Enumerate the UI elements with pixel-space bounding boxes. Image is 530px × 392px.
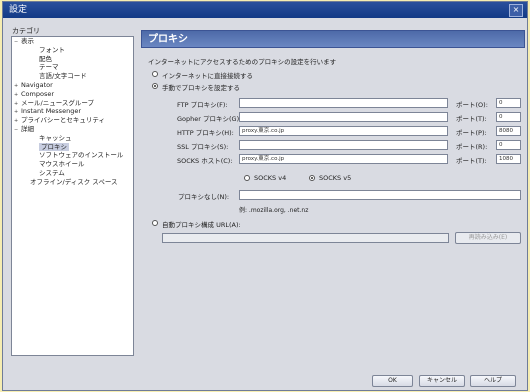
port-label: ポート(O):	[456, 101, 488, 109]
sidebar-item-label: メール/ニュースグループ	[21, 98, 94, 107]
port-input[interactable]: 0	[496, 140, 521, 150]
proxy-host-input[interactable]: proxy.東京.co.jp	[239, 126, 448, 136]
sidebar-item-label: ソフトウェアのインストール	[39, 151, 124, 160]
category-tree[interactable]: − 表示 フォント 配色 テーマ 言語/文字コード + Navigator + Composer +…	[11, 36, 134, 356]
sidebar-item-label: プライバシーとセキュリティ	[21, 116, 105, 125]
no-proxy-label: プロキシなし(N):	[178, 193, 230, 201]
port-label: ポート(R):	[456, 143, 488, 151]
sidebar-item-label: Instant Messenger	[21, 107, 81, 116]
sidebar-item-label: Navigator	[21, 80, 53, 89]
panel-header: プロキシ	[141, 30, 525, 48]
category-label: カテゴリ	[12, 27, 40, 35]
sidebar-item-label: マウスホイール	[39, 160, 85, 169]
proxy-field-label: FTP プロキシ(F):	[177, 101, 228, 109]
sidebar-item-label: キャッシュ	[39, 133, 72, 142]
sidebar-item[interactable]: + メール/ニュースグループ	[12, 99, 133, 108]
socks-v4-label: SOCKS v4	[254, 174, 287, 182]
sidebar-item[interactable]: マウスホイール	[12, 160, 133, 169]
panel-description: インターネットにアクセスするためのプロキシの設定を行います	[148, 58, 337, 66]
port-input[interactable]: 0	[496, 98, 521, 108]
auto-proxy-url-input[interactable]	[162, 233, 449, 243]
help-button[interactable]: ヘルプ	[470, 375, 516, 387]
proxy-host-input[interactable]	[239, 140, 448, 150]
proxy-field-label: HTTP プロキシ(H):	[177, 129, 234, 137]
proxy-field-label: Gopher プロキシ(G):	[177, 115, 242, 123]
sidebar-item[interactable]: フォント	[12, 46, 133, 55]
ok-button[interactable]: OK	[372, 375, 413, 387]
auto-proxy-radio[interactable]	[152, 220, 158, 226]
window-title: 設定	[9, 5, 28, 15]
proxy-panel: インターネットにアクセスするためのプロキシの設定を行います インターネットに直接…	[141, 48, 525, 254]
sidebar-item[interactable]: ソフトウェアのインストール	[12, 151, 133, 160]
sidebar-item[interactable]: + Navigator	[12, 81, 133, 90]
no-proxy-input[interactable]	[239, 190, 521, 200]
sidebar-item[interactable]: + Instant Messenger	[12, 107, 133, 116]
sidebar-item-label: テーマ	[39, 63, 59, 72]
sidebar-item-label: システム	[39, 168, 65, 177]
proxy-host-input[interactable]	[239, 98, 448, 108]
sidebar-item[interactable]: + プライバシーとセキュリティ	[12, 116, 133, 125]
socks-v5-radio[interactable]	[309, 175, 315, 181]
sidebar-item[interactable]: プロキシ	[12, 142, 133, 152]
sidebar-item[interactable]: + Composer	[12, 90, 133, 99]
sidebar-item-label: Composer	[21, 89, 55, 98]
no-proxy-example: 例: .mozilla.org, .net.nz	[239, 207, 309, 214]
port-label: ポート(P):	[456, 129, 487, 137]
sidebar-item[interactable]: システム	[12, 169, 133, 178]
sidebar-item-label: オフライン/ディスク スペース	[30, 177, 118, 186]
title-bar: 設定 ×	[3, 2, 527, 18]
close-icon[interactable]: ×	[509, 4, 523, 17]
direct-connection-radio[interactable]	[152, 71, 158, 77]
port-input[interactable]: 0	[496, 112, 521, 122]
proxy-field-label: SOCKS ホスト(C):	[177, 157, 233, 165]
sidebar-item-label: プロキシ	[39, 142, 69, 151]
cancel-button[interactable]: キャンセル	[419, 375, 465, 387]
panel-title: プロキシ	[148, 34, 188, 45]
proxy-host-input[interactable]	[239, 112, 448, 122]
port-input[interactable]: 8080	[496, 126, 521, 136]
sidebar-item[interactable]: キャッシュ	[12, 134, 133, 143]
proxy-field-label: SSL プロキシ(S):	[177, 143, 229, 151]
auto-proxy-label: 自動プロキシ構成 URL(A):	[162, 221, 241, 229]
sidebar-item[interactable]: 配色	[12, 55, 133, 64]
proxy-host-input[interactable]: proxy.東京.co.jp	[239, 154, 448, 164]
sidebar-item[interactable]: オフライン/ディスク スペース	[12, 178, 133, 187]
port-label: ポート(T):	[456, 115, 487, 123]
sidebar-item[interactable]: テーマ	[12, 63, 133, 72]
sidebar-item-label: フォント	[39, 45, 65, 54]
direct-connection-label: インターネットに直接接続する	[162, 72, 253, 80]
sidebar-item-label: 詳細	[21, 124, 34, 133]
manual-proxy-radio[interactable]	[152, 83, 158, 89]
sidebar-item-label: 言語/文字コード	[39, 72, 87, 81]
sidebar-item-label: 表示	[21, 37, 34, 45]
sidebar-item[interactable]: 言語/文字コード	[12, 72, 133, 81]
sidebar-item-label: 配色	[39, 54, 52, 63]
socks-v5-label: SOCKS v5	[319, 174, 352, 182]
sidebar-item[interactable]: − 詳細	[12, 125, 133, 134]
socks-v4-radio[interactable]	[244, 175, 250, 181]
reload-button[interactable]: 再読み込み(E)	[455, 232, 521, 244]
preferences-window: 設定 × カテゴリ − 表示 フォント 配色 テーマ 言語/文字コード + Navigator…	[2, 1, 528, 391]
port-input[interactable]: 1080	[496, 154, 521, 164]
port-label: ポート(T):	[456, 157, 487, 165]
sidebar-item[interactable]: − 表示	[12, 37, 133, 46]
manual-proxy-label: 手動でプロキシを設定する	[162, 84, 240, 92]
